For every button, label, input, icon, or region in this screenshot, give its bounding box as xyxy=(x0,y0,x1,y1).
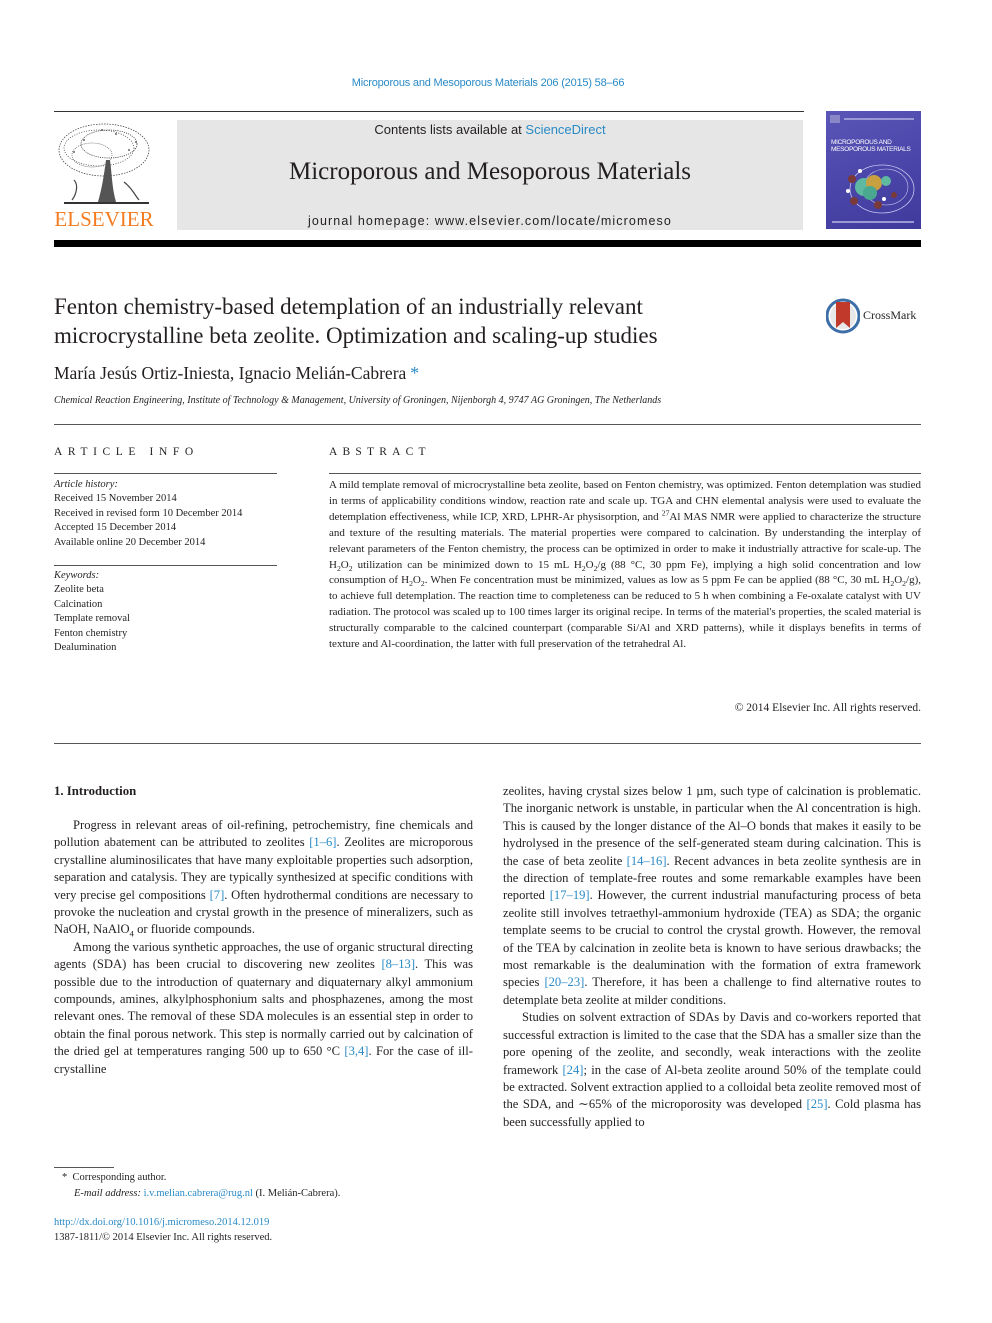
elsevier-logo[interactable]: ELSEVIER xyxy=(54,120,154,232)
citation-link[interactable]: [24] xyxy=(562,1063,583,1077)
body-column-right: zeolites, having crystal sizes below 1 µ… xyxy=(503,783,921,1131)
doi-link[interactable]: http://dx.doi.org/10.1016/j.micromeso.20… xyxy=(54,1216,272,1231)
citation-link[interactable]: [14–16] xyxy=(627,854,667,868)
keywords-divider xyxy=(54,565,277,566)
keyword-item: Calcination xyxy=(54,598,103,610)
email-note: E-mail address: i.v.melian.cabrera@rug.n… xyxy=(74,1188,341,1199)
elsevier-tree-icon xyxy=(58,123,150,204)
history-item: Received 15 November 2014 xyxy=(54,493,177,505)
citation-link[interactable]: [8–13] xyxy=(381,957,415,971)
contents-line: Contents lists available at ScienceDirec… xyxy=(177,122,803,137)
keywords: Keywords: Zeolite beta Calcination Templ… xyxy=(54,569,130,655)
article-history: Article history: Received 15 November 20… xyxy=(54,478,242,550)
citation-link[interactable]: [7] xyxy=(210,888,225,902)
citation-link[interactable]: [25] xyxy=(807,1097,828,1111)
citation-link[interactable]: [17–19] xyxy=(550,888,590,902)
corresponding-author-note: * Corresponding author. xyxy=(62,1172,167,1183)
body-divider xyxy=(54,743,921,744)
header-thick-divider xyxy=(54,240,921,247)
keywords-label: Keywords: xyxy=(54,570,100,581)
homepage-prefix: journal homepage: xyxy=(308,214,435,228)
body-column-left: Progress in relevant areas of oil-refini… xyxy=(54,817,473,1078)
keyword-item: Template removal xyxy=(54,613,130,625)
cover-subtitle-line xyxy=(844,118,914,120)
cover-footer-line xyxy=(832,221,914,223)
footnote: * Corresponding author. E-mail address: … xyxy=(54,1170,474,1202)
article-info-divider xyxy=(54,473,277,474)
article-info-heading: ARTICLE INFO xyxy=(54,446,199,458)
journal-title: Microporous and Mesoporous Materials xyxy=(288,158,691,185)
citation-link[interactable]: [3,4] xyxy=(344,1044,368,1058)
doi-block: http://dx.doi.org/10.1016/j.micromeso.20… xyxy=(54,1216,272,1245)
zeolite-structure-icon xyxy=(846,164,915,214)
citation-link[interactable]: [1–6] xyxy=(309,835,336,849)
cover-publisher-mark xyxy=(830,115,840,123)
keyword-item: Fenton chemistry xyxy=(54,627,128,639)
author-list: María Jesús Ortiz-Iniesta, Ignacio Meliá… xyxy=(54,363,419,384)
abstract-text: A mild template removal of microcrystall… xyxy=(329,479,921,651)
corresponding-author-marker[interactable]: * xyxy=(410,363,419,383)
homepage-url-link[interactable]: www.elsevier.com/locate/micromeso xyxy=(435,214,672,228)
history-item: Available online 20 December 2014 xyxy=(54,536,206,548)
history-item: Received in revised form 10 December 201… xyxy=(54,507,243,519)
crossmark-label: CrossMark xyxy=(863,308,917,322)
section-divider xyxy=(54,424,921,425)
top-divider xyxy=(54,111,804,112)
citation-link[interactable]: [20–23] xyxy=(544,975,584,989)
crossmark-icon xyxy=(825,298,861,334)
affiliation: Chemical Reaction Engineering, Institute… xyxy=(54,395,662,406)
paragraph: zeolites, having crystal sizes below 1 µ… xyxy=(503,784,921,1007)
footnote-divider xyxy=(54,1167,114,1168)
elsevier-wordmark: ELSEVIER xyxy=(54,207,154,231)
abstract-copyright: © 2014 Elsevier Inc. All rights reserved… xyxy=(734,702,921,714)
abstract-divider xyxy=(329,473,921,474)
paragraph: Studies on solvent extraction of SDAs by… xyxy=(503,1010,921,1129)
keyword-item: Zeolite beta xyxy=(54,584,104,596)
journal-cover-image[interactable]: MICROPOROUS AND MESOPOROUS MATERIALS xyxy=(826,111,921,229)
sciencedirect-link[interactable]: ScienceDirect xyxy=(525,122,605,137)
issn-line: 1387-1811/© 2014 Elsevier Inc. All right… xyxy=(54,1231,273,1243)
journal-header-box: Contents lists available at ScienceDirec… xyxy=(177,120,803,230)
paragraph: Among the various synthetic approaches, … xyxy=(54,939,473,1076)
keyword-item: Dealumination xyxy=(54,642,117,654)
email-link[interactable]: i.v.melian.cabrera@rug.nl xyxy=(144,1188,253,1199)
article-title: Fenton chemistry-based detemplation of a… xyxy=(54,294,658,348)
crossmark-button[interactable]: CrossMark xyxy=(825,298,926,334)
history-label: Article history: xyxy=(54,479,118,490)
contents-prefix: Contents lists available at xyxy=(374,122,526,137)
cover-title: MICROPOROUS AND MESOPOROUS MATERIALS xyxy=(831,139,911,153)
paragraph: Progress in relevant areas of oil-refini… xyxy=(54,818,473,939)
journal-homepage: journal homepage: www.elsevier.com/locat… xyxy=(177,214,803,228)
author-names: María Jesús Ortiz-Iniesta, Ignacio Meliá… xyxy=(54,363,407,383)
abstract-heading: ABSTRACT xyxy=(329,446,431,458)
section-heading-introduction: 1. Introduction xyxy=(54,784,137,798)
history-item: Accepted 15 December 2014 xyxy=(54,522,177,534)
journal-reference-link[interactable]: Microporous and Mesoporous Materials 206… xyxy=(0,77,976,89)
